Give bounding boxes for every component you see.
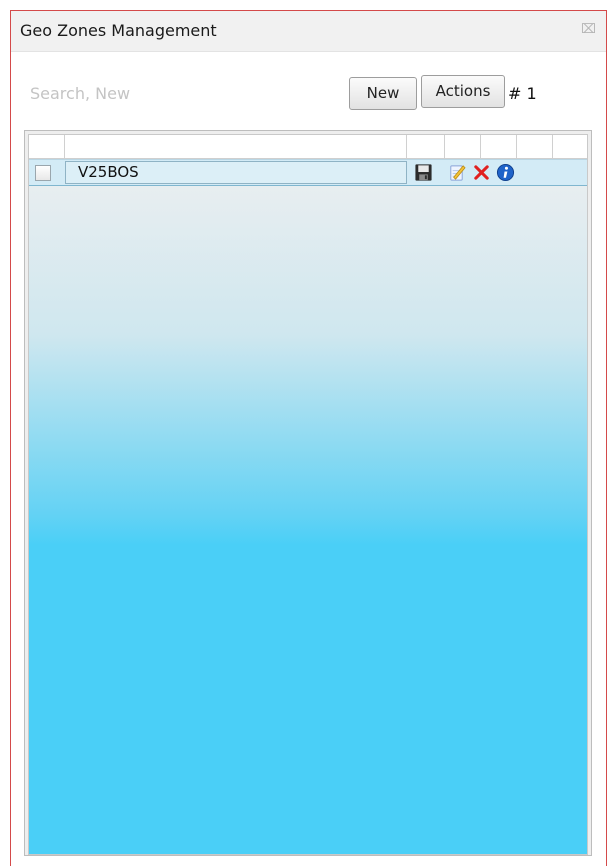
new-button[interactable]: New [349,77,417,110]
zones-grid: V25BOS [24,130,592,856]
table-row[interactable]: V25BOS [29,159,587,186]
zone-name-cell[interactable]: V25BOS [65,161,407,184]
header-action-column [407,135,445,158]
window-title: Geo Zones Management [20,21,217,40]
header-action-column [445,135,481,158]
title-bar: Geo Zones Management ⌧ [11,11,606,52]
info-icon[interactable] [496,163,515,182]
grid-body: V25BOS [28,134,588,855]
result-count: # 1 [508,84,537,103]
header-name-column [65,135,407,158]
delete-icon[interactable] [472,163,491,182]
header-action-column [481,135,517,158]
actions-button[interactable]: Actions [421,75,505,108]
row-checkbox[interactable] [35,165,51,181]
save-icon[interactable] [414,163,433,182]
header-action-column [517,135,553,158]
edit-icon[interactable] [447,163,466,182]
grid-header [29,135,587,159]
search-input[interactable] [26,77,346,109]
close-icon[interactable]: ⌧ [581,22,596,37]
header-select-column [29,135,65,158]
